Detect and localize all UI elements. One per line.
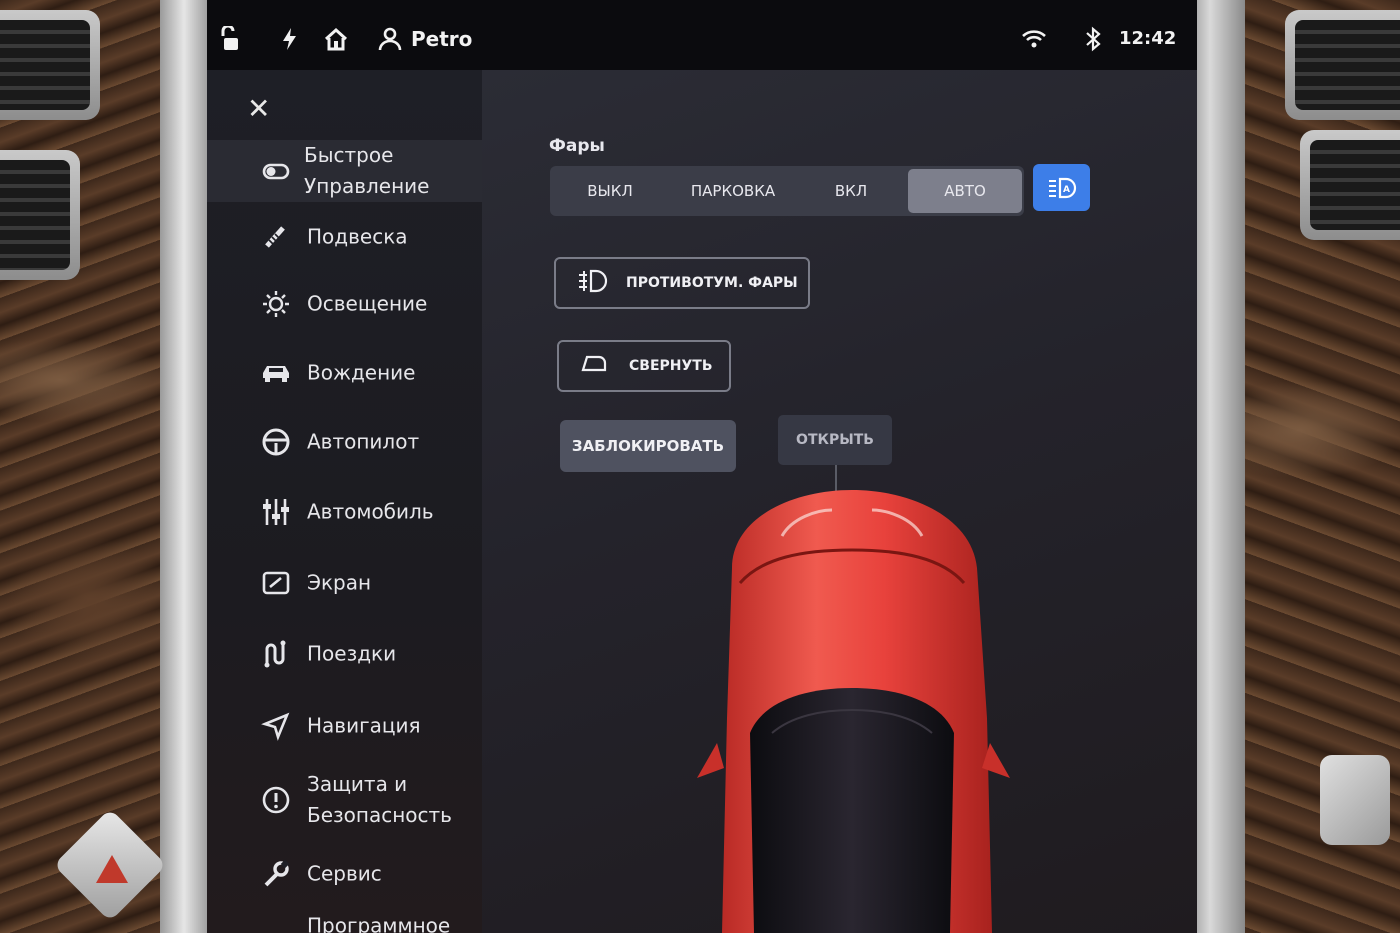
sidebar-item-label: Поездки [307,641,397,666]
air-vent-right-bottom [1300,130,1400,240]
vehicle-top-view[interactable] [692,488,1012,933]
sidebar-item-navigation[interactable]: Навигация [207,694,482,758]
sidebar-item-quick-controls[interactable]: Быстрое Управление [207,140,482,202]
status-bar: Petro 12:42 [207,0,1197,70]
suspension-icon [259,220,293,254]
sidebar-item-label: Сервис [307,861,382,886]
clock: 12:42 [1119,28,1177,49]
sliders-icon [259,495,293,529]
sidebar-item-label: Автомобиль [307,499,434,524]
steering-wheel-icon [259,425,293,459]
sidebar-item-label: Освещение [307,291,428,316]
sidebar-item-service[interactable]: Сервис [207,842,482,906]
sidebar-item-driving[interactable]: Вождение [207,341,482,405]
sidebar-item-label: Быстрое Управление [304,143,430,198]
svg-text:A: A [1063,185,1070,195]
sidebar-item-label: Навигация [307,713,421,738]
fog-lights-button[interactable]: ПРОТИВОТУМ. ФАРЫ [554,257,810,309]
close-icon[interactable]: ✕ [247,92,270,125]
headlights-option-auto[interactable]: АВТО [908,169,1022,213]
sidebar-item-trips[interactable]: Поездки [207,622,482,686]
sidebar-item-label: Программное [307,913,451,933]
mirror-icon [579,352,609,380]
auto-high-beam-icon: A [1049,177,1077,199]
toggle-icon [259,154,293,188]
air-vent-left-top [0,10,100,120]
sidebar-item-label: Экран [307,570,372,595]
sidebar-item-lighting[interactable]: Освещение [207,272,482,336]
charge-icon[interactable] [277,26,303,57]
wifi-icon [1021,26,1047,57]
headlights-option-off[interactable]: ВЫКЛ [550,166,670,216]
trips-icon [259,637,293,671]
bluetooth-icon[interactable] [1080,26,1106,57]
wrench-icon [259,857,293,891]
display-icon [259,566,293,600]
light-icon [259,287,293,321]
unlock-icon[interactable] [221,24,247,57]
hazard-icon [96,855,128,883]
car-icon [259,356,293,390]
sidebar-item-autopilot[interactable]: Автопилот [207,410,482,474]
fog-lights-label: ПРОТИВОТУМ. ФАРЫ [626,275,798,291]
touchscreen: Petro 12:42 ✕ Быстрое Управление Подвеск… [207,0,1197,933]
headlights-option-on[interactable]: ВКЛ [796,166,906,216]
settings-sidebar: ✕ Быстрое Управление Подвеска Освещение … [207,70,482,933]
sidebar-item-label: Подвеска [307,224,408,249]
sidebar-item-vehicle[interactable]: Автомобиль [207,480,482,544]
sidebar-item-suspension[interactable]: Подвеска [207,205,482,269]
quick-controls-panel: Фары ВЫКЛ ПАРКОВКА ВКЛ АВТО A ПРОТИВОТУМ… [482,70,1197,933]
glovebox-button[interactable] [1320,755,1390,845]
fold-mirrors-button[interactable]: СВЕРНУТЬ [557,340,731,392]
sidebar-item-label: Автопилот [307,429,420,454]
headlights-title: Фары [549,136,605,156]
lock-button[interactable]: ЗАБЛОКИРОВАТЬ [560,420,736,472]
open-trunk-button[interactable]: ОТКРЫТЬ [778,415,892,465]
fold-mirrors-label: СВЕРНУТЬ [629,358,713,374]
sidebar-item-software[interactable]: Программное [207,900,482,933]
sidebar-item-label: Вождение [307,360,416,385]
air-vent-left-bottom [0,150,80,280]
home-icon[interactable] [323,26,349,57]
fog-light-icon [576,266,610,300]
headlights-segmented-control: ВЫКЛ ПАРКОВКА ВКЛ АВТО [550,166,1024,216]
user-name[interactable]: Petro [411,27,472,51]
alert-icon [259,783,293,817]
sidebar-item-label: Защита и Безопасность [307,772,452,827]
navigation-icon [259,709,293,743]
sidebar-item-display[interactable]: Экран [207,551,482,615]
sidebar-item-safety-security[interactable]: Защита и Безопасность [207,762,482,838]
air-vent-right-top [1285,10,1400,120]
auto-high-beam-button[interactable]: A [1033,164,1090,211]
headlights-option-parking[interactable]: ПАРКОВКА [670,166,796,216]
user-icon[interactable] [377,26,403,57]
